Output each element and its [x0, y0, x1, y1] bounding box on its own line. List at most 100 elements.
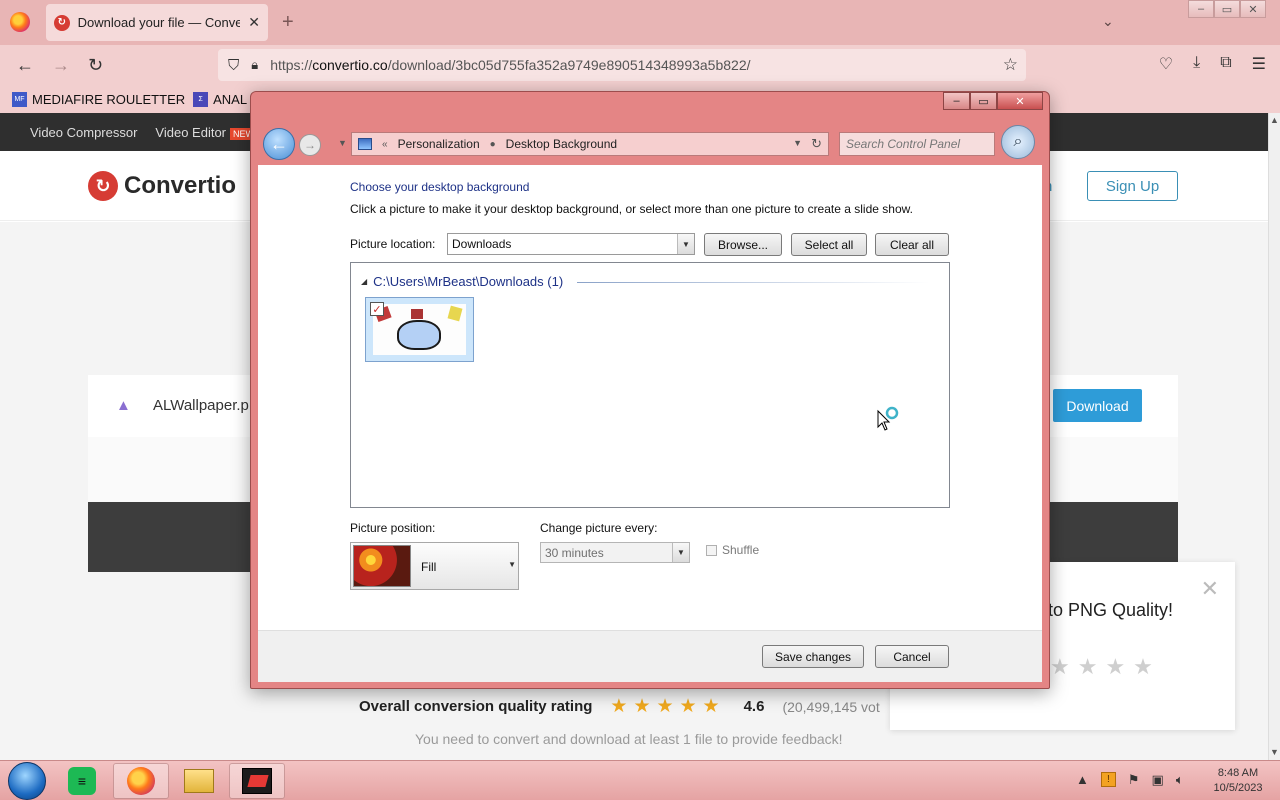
extensions-icon[interactable]: ⧉ [1220, 54, 1231, 74]
bookmark-star-icon[interactable]: ☆ [1003, 55, 1018, 75]
selected-checkbox-icon[interactable]: ✓ [370, 302, 384, 316]
breadcrumb-separator-icon[interactable]: ● [490, 139, 496, 150]
group-divider [577, 282, 929, 283]
browser-tab-bar: ↻ Download your file — Convertio ✕ + ⌄ –… [0, 0, 1280, 45]
convertio-logo-icon: ↻ [88, 171, 118, 201]
action-center-flag-icon[interactable]: ⚑ [1128, 772, 1140, 788]
minimize-button[interactable]: – [1188, 0, 1214, 18]
breadcrumb-desktop-background[interactable]: Desktop Background [506, 137, 617, 151]
scroll-up-icon[interactable]: ▲ [1270, 115, 1279, 125]
forward-arrow-icon[interactable]: → [299, 134, 321, 156]
browser-tab-active[interactable]: ↻ Download your file — Convertio ✕ [46, 4, 268, 41]
folder-path: C:\Users\MrBeast\Downloads (1) [373, 274, 564, 289]
address-dropdown-icon[interactable]: ▼ [793, 138, 802, 148]
rating-input-stars[interactable]: ★★★★ [1050, 654, 1161, 680]
system-clock[interactable]: 8:48 AM 10/5/2023 [1208, 766, 1268, 796]
url-text: https://convertio.co/download/3bc05d755f… [270, 57, 751, 73]
volume-icon[interactable]: 🔈︎ [1176, 772, 1184, 788]
sticker-decoration [411, 309, 423, 319]
lock-icon[interactable]: 🔒︎ [251, 57, 258, 73]
overall-rating-label: Overall conversion quality rating [359, 698, 593, 715]
wallpaper-thumbnail[interactable]: ✓ [365, 297, 474, 362]
shuffle-checkbox[interactable]: Shuffle [706, 543, 759, 557]
list-all-tabs-chevron-icon[interactable]: ⌄ [1102, 13, 1114, 30]
maximize-button[interactable]: ▭ [1214, 0, 1240, 18]
new-tab-button[interactable]: + [282, 11, 294, 34]
cancel-button[interactable]: Cancel [875, 645, 949, 668]
address-bar[interactable]: « Personalization ● Desktop Background ▼… [351, 132, 829, 156]
picture-gallery[interactable]: ◢ C:\Users\MrBeast\Downloads (1) ✓ [350, 262, 950, 508]
page-scrollbar[interactable]: ▲ ▼ [1268, 113, 1280, 760]
scroll-down-icon[interactable]: ▼ [1270, 747, 1279, 757]
dialog-close-button[interactable]: ✕ [997, 92, 1043, 110]
browse-button[interactable]: Browse... [704, 233, 782, 256]
recent-pages-chevron-icon[interactable]: ▼ [338, 138, 347, 148]
dialog-maximize-button[interactable]: ▭ [970, 92, 997, 110]
change-picture-label: Change picture every: [540, 521, 658, 535]
picture-position-select[interactable]: Fill ▼ [350, 542, 519, 590]
spotify-icon: ≡ [68, 767, 96, 795]
tab-close-icon[interactable]: ✕ [248, 14, 260, 31]
dialog-footer: Save changes Cancel [258, 630, 1042, 682]
sign-up-button[interactable]: Sign Up [1087, 171, 1178, 201]
dialog-window-controls: – ▭ ✕ [943, 92, 1043, 110]
picture-position-label: Picture position: [350, 521, 436, 535]
collapse-triangle-icon[interactable]: ◢ [361, 277, 367, 286]
menu-hamburger-icon[interactable]: ☰ [1252, 54, 1266, 74]
breadcrumb-personalization[interactable]: Personalization [398, 137, 480, 151]
search-control-panel-input[interactable]: Search Control Panel [839, 132, 995, 156]
refresh-icon[interactable]: ↻ [811, 136, 822, 152]
network-icon[interactable]: ▣ [1152, 772, 1164, 788]
search-icon[interactable]: ⌕ [1001, 125, 1035, 159]
nav-video-compressor[interactable]: Video Compressor [30, 125, 137, 140]
pocket-icon[interactable]: ♡ [1159, 54, 1173, 74]
app-icon [242, 768, 272, 794]
position-preview-image [353, 545, 411, 587]
taskbar-firefox[interactable] [113, 763, 169, 799]
download-button[interactable]: Download [1053, 389, 1142, 422]
reload-icon[interactable]: ↻ [88, 55, 103, 76]
close-icon[interactable]: ✕ [1201, 576, 1219, 602]
convertio-logo[interactable]: ↻ Convertio [88, 171, 236, 201]
chevron-down-icon[interactable]: ▼ [677, 234, 694, 254]
bookmark-label: MEDIAFIRE ROULETTER [32, 91, 186, 107]
chevron-down-icon[interactable]: ▼ [672, 543, 689, 562]
nav-video-editor[interactable]: Video Editor NEW [155, 125, 258, 140]
tab-title: Download your file — Convertio [77, 15, 241, 30]
page-description: Click a picture to make it your desktop … [350, 202, 913, 216]
close-window-button[interactable]: ✕ [1240, 0, 1266, 18]
tracking-shield-icon[interactable]: ⛉ [228, 57, 239, 74]
clock-time: 8:48 AM [1217, 767, 1259, 779]
bookmark-favicon-icon: Σ [193, 91, 209, 107]
clear-all-button[interactable]: Clear all [875, 233, 949, 256]
dialog-minimize-button[interactable]: – [943, 92, 970, 110]
security-alert-icon[interactable]: ! [1100, 772, 1116, 787]
select-all-button[interactable]: Select all [791, 233, 867, 256]
save-changes-button[interactable]: Save changes [762, 645, 864, 668]
taskbar-explorer[interactable] [171, 763, 227, 799]
start-button[interactable] [8, 762, 46, 800]
taskbar-app[interactable] [229, 763, 285, 799]
firefox-icon[interactable] [10, 12, 30, 32]
url-bar[interactable]: ⛉ 🔒︎ https://convertio.co/download/3bc05… [218, 49, 1026, 81]
forward-arrow-icon[interactable]: → [52, 55, 70, 76]
chevron-down-icon[interactable]: ▼ [508, 560, 516, 569]
bookmark-favicon-icon: MF [12, 91, 27, 107]
checkbox-box[interactable] [706, 544, 717, 556]
browser-navigation-bar: ← → ↻ ⛉ 🔒︎ https://convertio.co/download… [0, 45, 1280, 85]
change-picture-interval-select[interactable]: 30 minutes ▼ [540, 542, 690, 563]
bookmark-item[interactable]: MF MEDIAFIRE ROULETTER [12, 91, 186, 107]
image-file-icon: ▲ [116, 397, 131, 414]
feedback-note: You need to convert and download at leas… [415, 731, 843, 747]
back-arrow-icon[interactable]: ← [16, 55, 34, 76]
breadcrumb-overflow-icon[interactable]: « [382, 139, 388, 150]
show-hidden-icons-chevron-icon[interactable]: ▲ [1076, 772, 1089, 788]
folder-group-header[interactable]: ◢ C:\Users\MrBeast\Downloads (1) [361, 274, 563, 289]
overall-rating: Overall conversion quality rating ★★★★★ … [359, 695, 880, 718]
back-arrow-icon[interactable]: ← [263, 128, 295, 160]
taskbar-spotify[interactable]: ≡ [54, 763, 110, 799]
logo-text: Convertio [124, 172, 237, 199]
convertio-favicon-icon: ↻ [54, 14, 70, 31]
downloads-icon[interactable]: ⤓ [1193, 54, 1200, 74]
picture-location-select[interactable]: Downloads ▼ [447, 233, 695, 255]
